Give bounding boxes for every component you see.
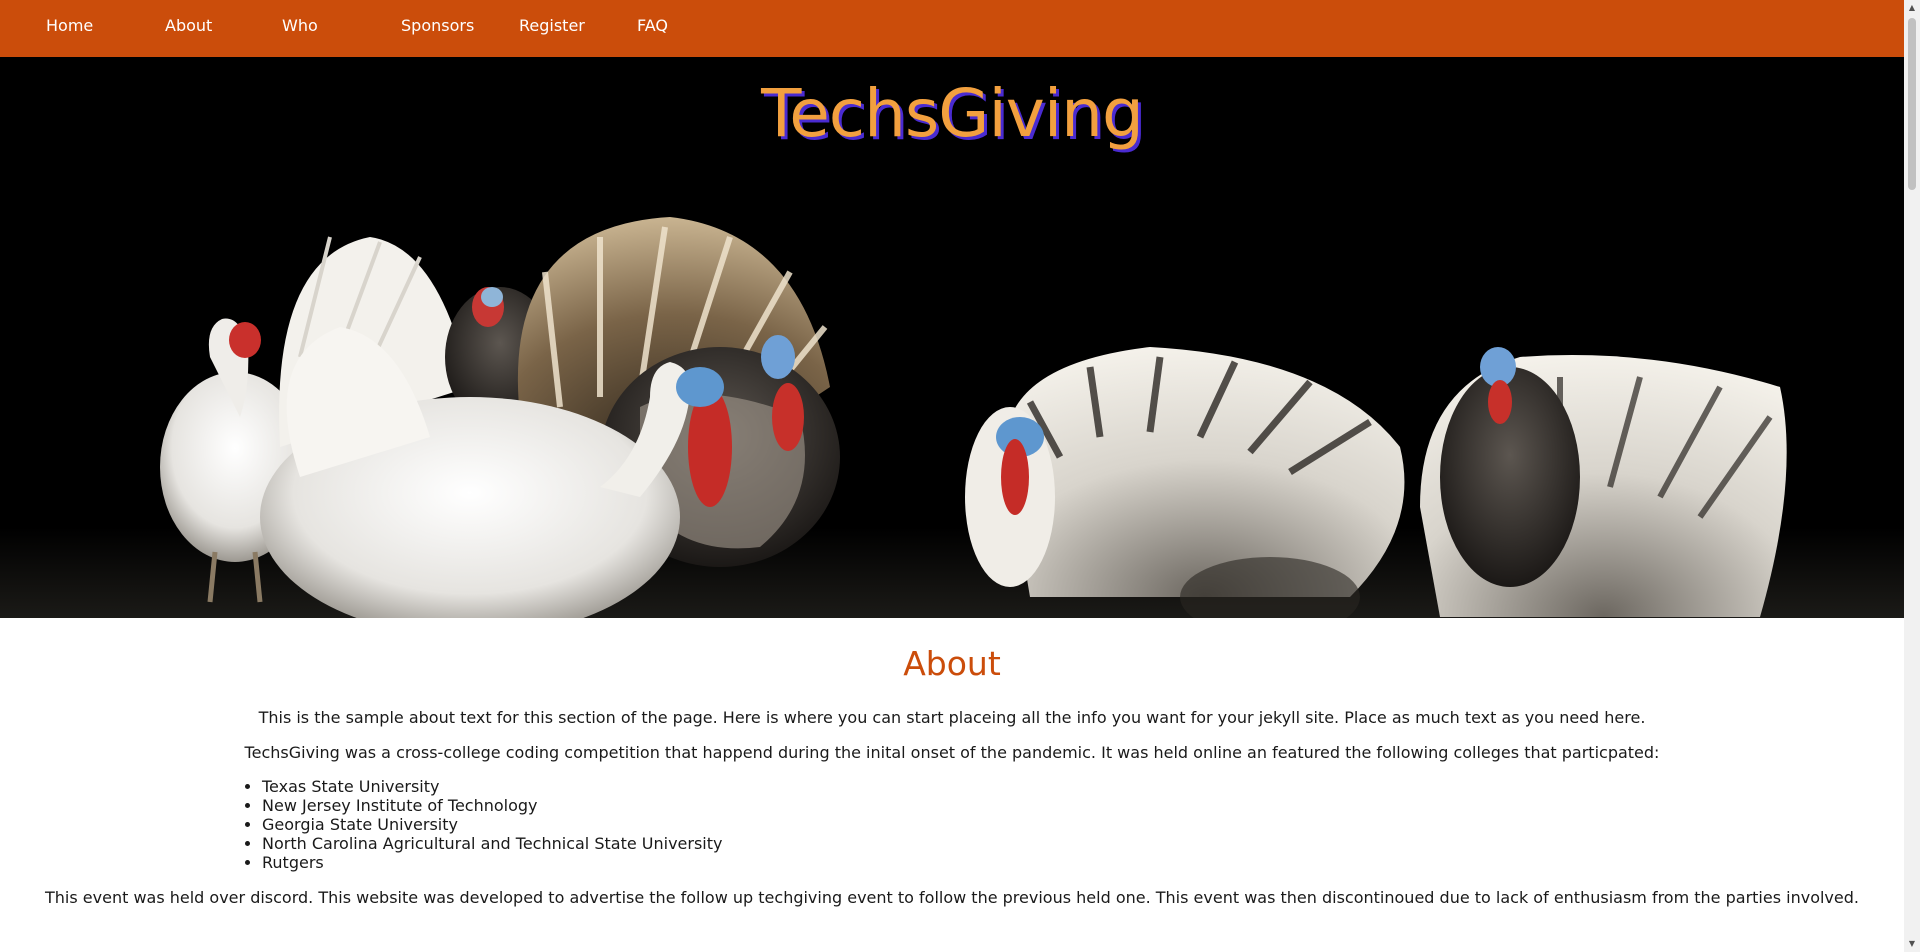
list-item: Georgia State University <box>262 815 722 834</box>
nav-sponsors-link[interactable]: Sponsors <box>401 0 474 52</box>
about-paragraph-2: TechsGiving was a cross-college coding c… <box>244 743 1660 762</box>
scroll-down-arrow-icon[interactable]: ▼ <box>1904 936 1920 952</box>
list-item: Texas State University <box>262 777 722 796</box>
nav-about-link[interactable]: About <box>165 0 212 52</box>
nav-home-link[interactable]: Home <box>46 0 93 52</box>
nav-faq-link[interactable]: FAQ <box>637 0 668 52</box>
nav-who-link[interactable]: Who <box>282 0 318 52</box>
vertical-scrollbar[interactable]: ▲ ▼ <box>1904 0 1920 952</box>
scrollbar-thumb[interactable] <box>1908 18 1916 190</box>
list-item: New Jersey Institute of Technology <box>262 796 722 815</box>
browser-viewport: Home About Who Sponsors Register FAQ Tec… <box>0 0 1920 952</box>
college-list: Texas State University New Jersey Instit… <box>238 777 722 872</box>
hero-banner: TechsGiving <box>0 57 1904 618</box>
about-heading: About <box>903 644 1001 683</box>
nav-register-link[interactable]: Register <box>519 0 585 52</box>
about-paragraph-3: This event was held over discord. This w… <box>45 888 1859 907</box>
list-item: North Carolina Agricultural and Technica… <box>262 834 722 853</box>
page: Home About Who Sponsors Register FAQ Tec… <box>0 0 1904 952</box>
scroll-up-arrow-icon[interactable]: ▲ <box>1904 0 1920 16</box>
top-navbar: Home About Who Sponsors Register FAQ <box>0 0 1904 57</box>
site-title: TechsGiving <box>761 75 1144 152</box>
about-paragraph-1: This is the sample about text for this s… <box>258 708 1646 727</box>
list-item: Rutgers <box>262 853 722 872</box>
